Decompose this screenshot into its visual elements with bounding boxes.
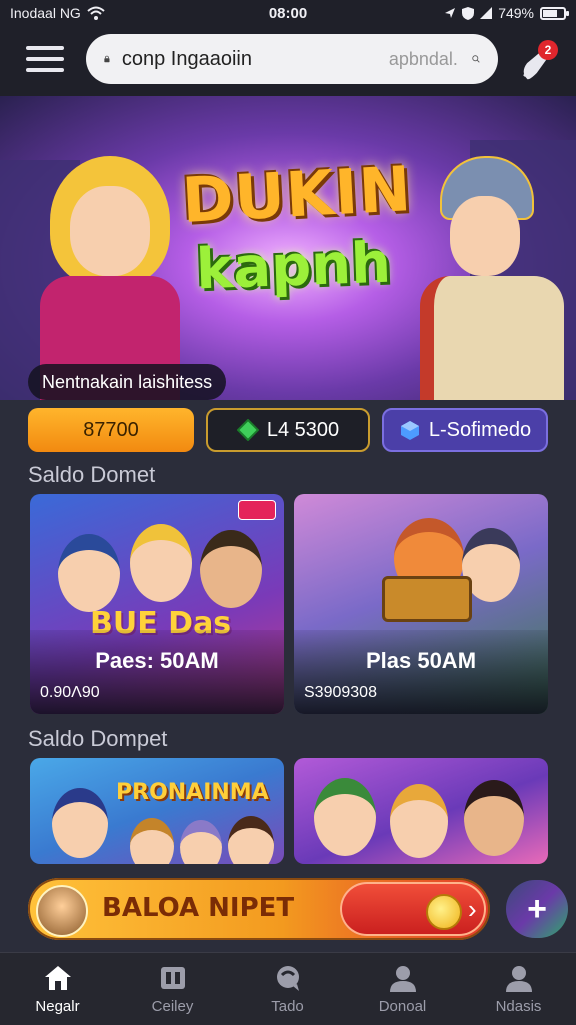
home-icon xyxy=(44,965,71,990)
add-button[interactable]: + xyxy=(506,880,568,938)
character-face xyxy=(180,820,222,864)
signal-icon xyxy=(480,7,493,19)
cube-icon xyxy=(400,421,419,440)
clock: 08:00 xyxy=(268,4,308,22)
game-card[interactable]: BUE Das Paes: 50AM 0.90Λ90 xyxy=(30,494,284,714)
search-input[interactable] xyxy=(119,46,389,72)
battery-icon xyxy=(540,6,569,20)
chip-balance[interactable]: 87700 xyxy=(28,408,194,452)
coin-icon xyxy=(426,894,462,930)
battery-level xyxy=(543,9,557,17)
status-bar: Inodaal NG 08:00 749% xyxy=(0,0,576,26)
hero-title-line2: kapnh xyxy=(194,230,392,303)
profile-icon xyxy=(505,965,532,992)
gem-icon xyxy=(236,419,259,441)
card-label: Plas 50AM xyxy=(365,648,477,673)
nav-label: Negalr xyxy=(35,997,80,1015)
character-face xyxy=(390,784,448,858)
wifi-icon xyxy=(87,6,105,20)
character-face xyxy=(314,778,376,856)
search-placeholder-hint: apbndal. xyxy=(388,48,458,69)
chip-balance-label: 87700 xyxy=(83,418,139,441)
search-icon[interactable] xyxy=(472,48,480,70)
nav-label: Ndasis xyxy=(495,997,542,1015)
top-bar: apbndal. 2 xyxy=(0,26,576,96)
nav-label: Tado xyxy=(271,997,304,1015)
nav-label: Donoal xyxy=(378,997,427,1015)
chat-icon xyxy=(276,965,299,991)
lock-icon xyxy=(104,55,110,63)
character-face xyxy=(464,780,524,856)
card-count: 0.90Λ90 xyxy=(40,684,100,701)
card-label: Paes: 50AM xyxy=(95,648,219,673)
promo-banner[interactable]: BALOA NIPET › xyxy=(28,878,490,940)
battery-percent: 749% xyxy=(498,5,534,21)
hero-character-boy xyxy=(400,146,564,400)
nav-item-user[interactable]: Donoal xyxy=(345,953,460,1025)
nav-item-chat[interactable]: Tado xyxy=(230,953,345,1025)
nav-item-home[interactable]: Negalr xyxy=(0,953,115,1025)
chip-mode[interactable]: L-Sofimedo xyxy=(382,408,548,452)
chip-level-label: L4 5300 xyxy=(266,418,340,441)
character-face xyxy=(200,530,262,608)
character-face xyxy=(130,524,192,602)
chevron-right-icon: › xyxy=(468,894,477,924)
search-bar[interactable]: apbndal. xyxy=(86,34,498,84)
location-icon xyxy=(445,8,456,18)
nav-item-gallery[interactable]: Ceiley xyxy=(115,953,230,1025)
status-right: 749% xyxy=(444,5,569,21)
hamburger-menu-icon[interactable] xyxy=(26,46,64,76)
shield-icon xyxy=(462,6,475,20)
status-left: Inodaal NG xyxy=(10,5,105,21)
section-title-1: Saldo Domet xyxy=(28,462,156,487)
promo-action-button[interactable]: › xyxy=(340,882,486,936)
promo-avatar xyxy=(36,885,88,937)
game-card[interactable] xyxy=(294,758,548,864)
hero-caption: Nentnakain laishitess xyxy=(28,364,227,400)
game-card[interactable]: PRONAINMA xyxy=(30,758,284,864)
notification-badge: 2 xyxy=(538,40,558,60)
promo-label: BALOA NIPET xyxy=(102,893,295,923)
hero-title-line1: DUKIN xyxy=(180,152,414,237)
hero-banner[interactable]: DUKIN kapnh Nentnakain laishitess xyxy=(0,96,576,400)
bottom-nav: Negalr Ceiley Tado Donoal Ndasis xyxy=(0,952,576,1025)
chip-level[interactable]: L4 5300 xyxy=(206,408,370,452)
treasure-chest xyxy=(382,576,472,622)
character-face xyxy=(52,788,108,858)
user-icon xyxy=(389,965,416,992)
character-face xyxy=(58,534,120,612)
carrier-label: Inodaal NG xyxy=(10,5,81,21)
nav-item-profile[interactable]: Ndasis xyxy=(461,953,576,1025)
character-face xyxy=(130,818,174,864)
card-count: S3909308 xyxy=(304,684,377,701)
card-art-text: PRONAINMA xyxy=(116,780,269,805)
gallery-icon xyxy=(160,966,185,989)
chip-mode-label: L-Sofimedo xyxy=(428,418,532,441)
card-badge xyxy=(238,500,276,520)
game-card[interactable]: Plas 50AM S3909308 xyxy=(294,494,548,714)
section-title-2: Saldo Dompet xyxy=(28,726,168,751)
nav-label: Ceiley xyxy=(151,997,194,1015)
character-face xyxy=(228,816,274,864)
notification-button[interactable]: 2 xyxy=(518,40,558,80)
